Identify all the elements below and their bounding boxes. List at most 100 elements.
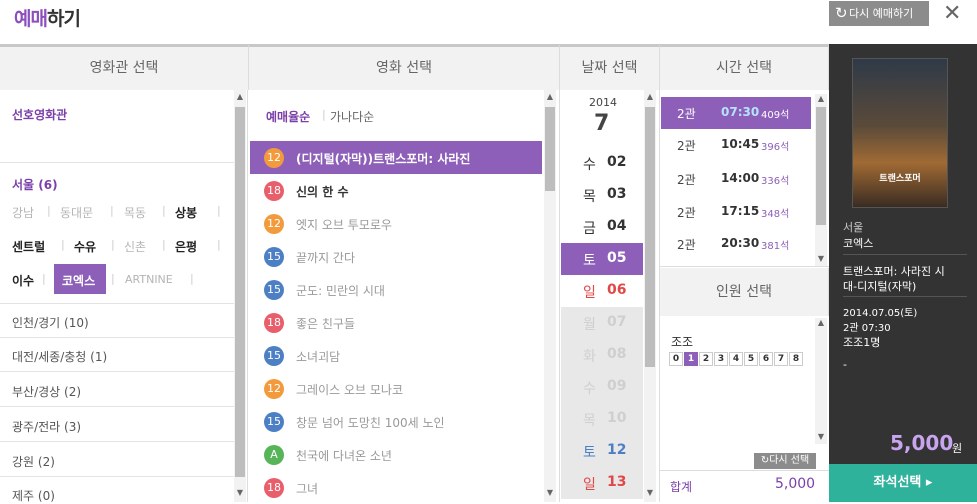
scroll-thumb[interactable] — [816, 107, 826, 225]
movie-row[interactable]: 15 끝까지 간다 — [250, 240, 542, 273]
time-item[interactable]: 2관 14:00 336석 — [661, 163, 811, 195]
theater-central[interactable]: 센트럴 — [12, 238, 45, 255]
time-scrollbar[interactable]: ▲ ▼ — [815, 94, 827, 266]
theater-artnine[interactable]: ARTNINE — [125, 273, 173, 286]
title-part-b: 하기 — [46, 8, 81, 30]
movie-title: (디지털(자막))트랜스포머: 사라진 — [296, 152, 471, 166]
time-item-selected[interactable]: 2관 07:30 409석 — [661, 97, 811, 129]
scroll-thumb[interactable] — [645, 107, 655, 367]
region-jeju[interactable]: 제주 (0) — [12, 487, 55, 504]
movie-row[interactable]: 15 군도: 민란의 시대 — [250, 273, 542, 306]
region-seoul[interactable]: 서울 (6) — [12, 176, 58, 193]
separator: | — [61, 238, 65, 251]
scroll-up-icon[interactable]: ▲ — [545, 92, 555, 101]
scroll-down-icon[interactable]: ▼ — [816, 254, 826, 263]
date-scrollbar[interactable]: ▲ ▼ — [644, 90, 656, 502]
scroll-thumb[interactable] — [235, 107, 245, 477]
divider — [660, 470, 829, 471]
reselect-button[interactable]: ↻다시 선택 — [754, 453, 816, 469]
seat-select-button[interactable]: 좌석선택 ▸ — [829, 464, 977, 502]
movie-title: 그레이스 오브 모나코 — [296, 383, 403, 397]
total-amount: 5,000 — [775, 476, 816, 492]
theater-sinchon[interactable]: 신촌 — [124, 238, 146, 255]
region-gwangju[interactable]: 광주/전라 (3) — [12, 418, 81, 435]
separator: | — [110, 204, 114, 217]
person-count-1[interactable]: 1 — [684, 352, 698, 366]
movie-row[interactable]: 12 그레이스 오브 모나코 — [250, 372, 542, 405]
date-item[interactable]: 일 06 — [561, 275, 643, 307]
movie-row[interactable]: 15 소녀괴담 — [250, 339, 542, 372]
summary-time: 2관 07:30 — [843, 323, 891, 334]
rating-badge: 15 — [264, 412, 284, 432]
person-count-2[interactable]: 2 — [699, 352, 713, 366]
scroll-up-icon[interactable]: ▲ — [816, 318, 826, 327]
person-count-7[interactable]: 7 — [774, 352, 788, 366]
seats-available: 396석 — [761, 142, 790, 153]
date-dow: 일 — [583, 477, 596, 493]
movie-row[interactable]: 18 좋은 친구들 — [250, 306, 542, 339]
person-count-5[interactable]: 5 — [744, 352, 758, 366]
theater-coex[interactable]: 코엑스 — [62, 272, 95, 289]
scroll-down-icon[interactable]: ▼ — [545, 488, 555, 497]
separator: | — [47, 204, 51, 217]
theater-sangbong[interactable]: 상봉 — [175, 204, 197, 221]
separator: | — [217, 238, 221, 251]
date-item[interactable]: 일 13 — [561, 467, 643, 499]
movie-title: 그녀 — [296, 482, 319, 496]
date-item[interactable]: 금 04 — [561, 211, 643, 243]
summary-won: 원 — [952, 442, 963, 455]
movie-row[interactable]: 12 엣지 오브 투모로우 — [250, 207, 542, 240]
person-count-6[interactable]: 6 — [759, 352, 773, 366]
scroll-up-icon[interactable]: ▲ — [816, 94, 826, 103]
people-scrollbar[interactable]: ▲ ▼ — [815, 318, 827, 444]
hall-label: 2관 — [677, 238, 696, 252]
date-item[interactable]: 토 12 — [561, 435, 643, 467]
movie-row[interactable]: 15 창문 넘어 도망친 100세 노인 — [250, 405, 542, 438]
date-item[interactable]: 목 03 — [561, 179, 643, 211]
person-count-3[interactable]: 3 — [714, 352, 728, 366]
date-item-selected[interactable]: 토 05 — [561, 243, 643, 275]
scroll-down-icon[interactable]: ▼ — [235, 488, 245, 497]
total-label: 합계 — [670, 480, 693, 494]
reselect-label: 다시 선택 — [769, 455, 810, 466]
region-incheon[interactable]: 인천/경기 (10) — [12, 314, 89, 331]
theater-scrollbar[interactable]: ▲ ▼ — [234, 90, 246, 502]
theater-eunpyeong[interactable]: 은평 — [175, 238, 197, 255]
theater-suyu[interactable]: 수유 — [74, 238, 96, 255]
movie-row[interactable]: A 천국에 다녀온 소년 — [250, 438, 542, 471]
time-item[interactable]: 2관 17:15 348석 — [661, 196, 811, 228]
movie-row[interactable]: 18 신의 한 수 — [250, 174, 542, 207]
reset-booking-button[interactable]: ↻ 다시 예매하기 — [829, 1, 929, 26]
time-item[interactable]: 2관 10:45 396석 — [661, 129, 811, 161]
close-icon[interactable]: ✕ — [943, 0, 961, 28]
movie-scrollbar[interactable]: ▲ ▼ — [544, 90, 556, 502]
theater-gangnam[interactable]: 강남 — [12, 204, 34, 221]
theater-mokdong[interactable]: 목동 — [124, 204, 146, 221]
scroll-down-icon[interactable]: ▼ — [816, 432, 826, 441]
scroll-thumb[interactable] — [545, 107, 555, 191]
person-count-8[interactable]: 8 — [789, 352, 803, 366]
theater-dongdaemun[interactable]: 동대문 — [60, 204, 93, 221]
date-item-disabled: 목 10 — [561, 403, 643, 435]
sort-by-booking[interactable]: 예매율순 — [266, 108, 310, 125]
theater-isu[interactable]: 이수 — [12, 272, 34, 289]
region-daejeon[interactable]: 대전/세종/충청 (1) — [12, 348, 107, 365]
movie-row[interactable]: 18 그녀 — [250, 471, 542, 504]
scroll-up-icon[interactable]: ▲ — [235, 92, 245, 101]
rating-badge: 15 — [264, 280, 284, 300]
movie-row[interactable]: 12 (디지털(자막))트랜스포머: 사라진 — [250, 141, 542, 174]
date-item[interactable]: 수 02 — [561, 147, 643, 179]
movie-title: 천국에 다녀온 소년 — [296, 449, 392, 463]
person-count-4[interactable]: 4 — [729, 352, 743, 366]
hall-label: 2관 — [677, 107, 696, 121]
show-time: 20:30 — [721, 236, 760, 250]
reset-booking-label: 다시 예매하기 — [849, 7, 914, 20]
time-item[interactable]: 2관 20:30 381석 — [661, 228, 811, 260]
scroll-down-icon[interactable]: ▼ — [645, 488, 655, 497]
sort-by-name[interactable]: 가나다순 — [330, 108, 374, 125]
person-count-0[interactable]: 0 — [669, 352, 683, 366]
region-gangwon[interactable]: 강원 (2) — [12, 453, 55, 470]
region-busan[interactable]: 부산/경상 (2) — [12, 383, 81, 400]
scroll-up-icon[interactable]: ▲ — [645, 92, 655, 101]
rating-badge: 15 — [264, 346, 284, 366]
